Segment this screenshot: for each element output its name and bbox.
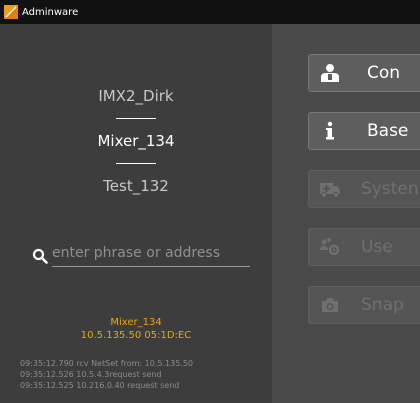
- selected-device-details: 10.5.135.50 05:1D:EC: [80, 330, 192, 341]
- camera-icon: [322, 298, 338, 312]
- device-panel: IMX2_Dirk Mixer_134 Test_132 Mixer_134 1…: [0, 24, 272, 403]
- device-item-test-132[interactable]: Test_132: [0, 174, 272, 198]
- adminware-logo-icon: [4, 5, 18, 19]
- selection-divider-top: [116, 118, 156, 119]
- menu-panel: Con Base Systen Use Snap: [272, 24, 420, 403]
- base-button[interactable]: Base: [308, 112, 420, 150]
- users-label: Use: [361, 237, 393, 257]
- device-item-mixer-134[interactable]: Mixer_134: [0, 129, 272, 153]
- snapshot-label: Snap: [361, 295, 404, 315]
- selected-device-name: Mixer_134: [110, 317, 162, 328]
- selected-device-info: Mixer_134 10.5.135.50 05:1D:EC: [0, 316, 272, 342]
- info-icon: [326, 121, 334, 140]
- ambulance-icon: [320, 183, 340, 198]
- system-label: Systen: [361, 179, 419, 199]
- connect-label: Con: [367, 63, 401, 83]
- users-button[interactable]: Use: [308, 228, 420, 266]
- connect-button[interactable]: Con: [308, 54, 420, 92]
- window-title: Adminware: [22, 6, 79, 18]
- search-box: [32, 240, 250, 268]
- title-bar: Adminware: [0, 0, 420, 24]
- search-icon: [32, 248, 48, 264]
- operator-icon: [321, 64, 339, 82]
- device-list: IMX2_Dirk Mixer_134 Test_132: [0, 84, 272, 198]
- log-line: 09:35:12.526 10.5.4.3request send: [20, 370, 162, 379]
- log-line: 09:35:12.525 10.216.0.40 request send: [20, 381, 180, 390]
- device-item-imx2-dirk[interactable]: IMX2_Dirk: [0, 84, 272, 108]
- log-line: 09:35:12.790 rcv NetSet from: 10.5.135.5…: [20, 359, 193, 368]
- selection-divider-bottom: [116, 163, 156, 164]
- system-button[interactable]: Systen: [308, 170, 420, 208]
- activity-log: 09:35:12.790 rcv NetSet from: 10.5.135.5…: [20, 358, 272, 391]
- base-label: Base: [367, 121, 409, 141]
- search-input[interactable]: [52, 240, 250, 267]
- users-gear-icon: [320, 238, 340, 256]
- snapshot-button[interactable]: Snap: [308, 286, 420, 324]
